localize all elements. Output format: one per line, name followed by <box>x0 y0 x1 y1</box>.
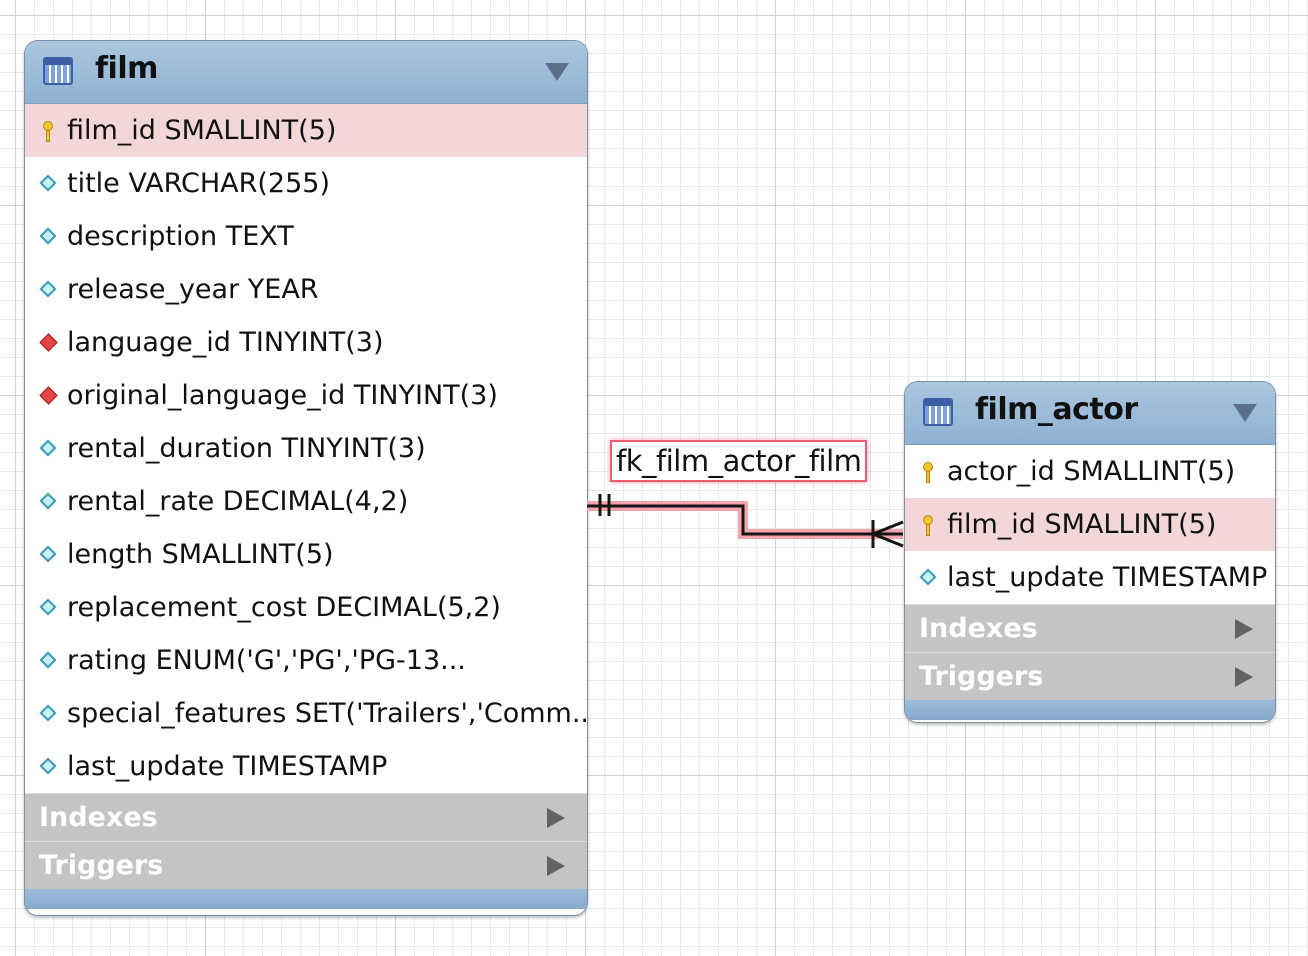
relationship-glow <box>587 501 903 539</box>
relationship-label[interactable]: fk_film_actor_film <box>610 440 868 482</box>
